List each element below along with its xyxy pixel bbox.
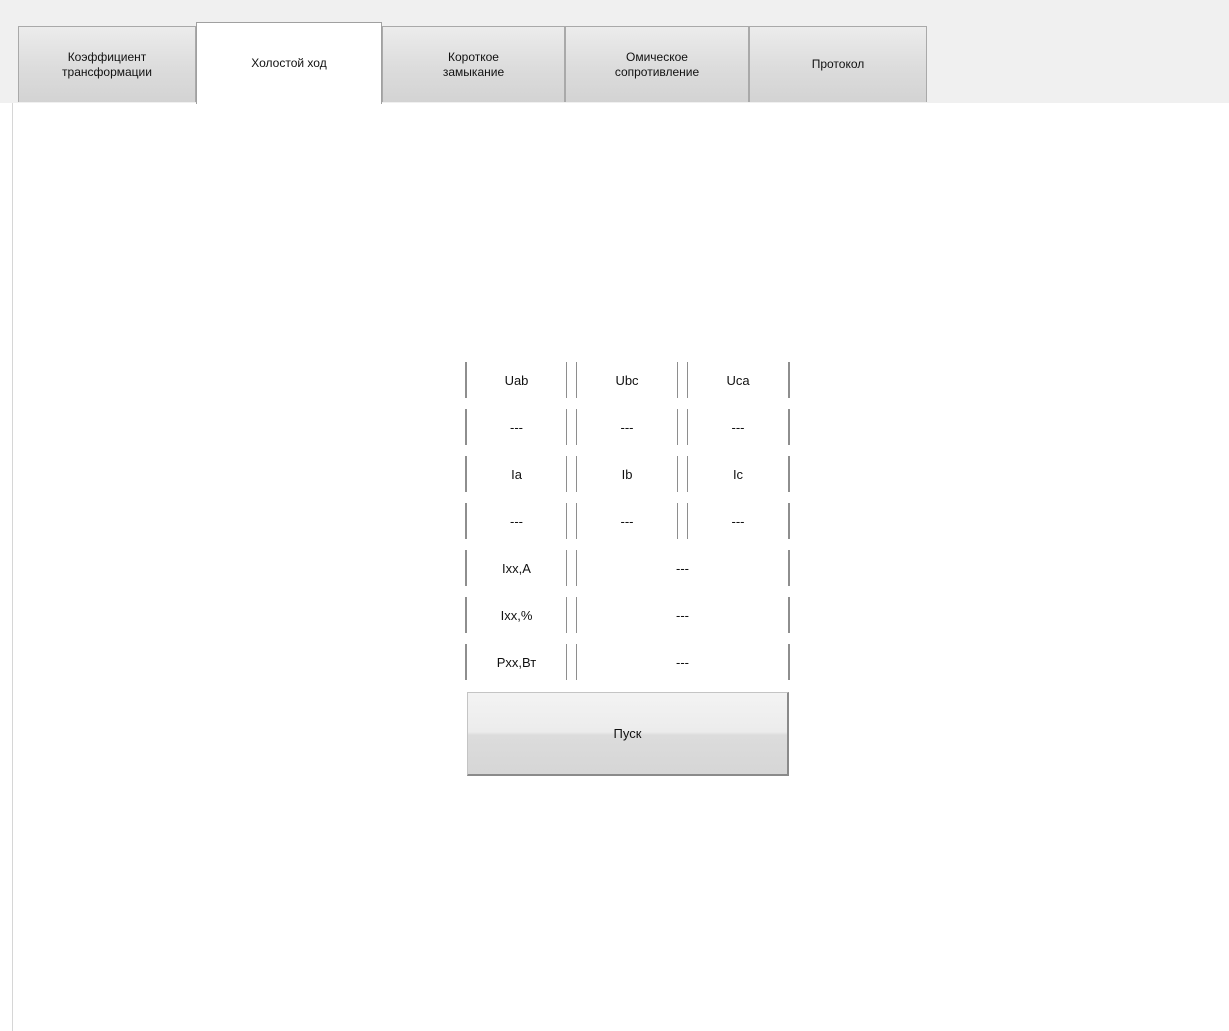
tab-ohmic-resistance[interactable]: Омическое сопротивление (565, 26, 749, 102)
tab-transformation-ratio[interactable]: Коэффициент трансформации (18, 26, 196, 102)
header-ia: Ia (465, 456, 567, 492)
tab-label: Омическое сопротивление (614, 49, 700, 79)
value-ubc: --- (576, 409, 678, 445)
value-ia: --- (465, 503, 567, 539)
tab-label: Коэффициент трансформации (62, 49, 152, 79)
value-uab: --- (465, 409, 567, 445)
tab-label: Короткое замыкание (442, 49, 505, 79)
start-button[interactable]: Пуск (467, 692, 789, 776)
header-uab: Uab (465, 362, 567, 398)
tab-label: Протокол (811, 57, 865, 71)
panel-border (12, 103, 13, 1031)
value-uca: --- (687, 409, 790, 445)
header-ubc: Ubc (576, 362, 678, 398)
label-pxx-w: Pxx,Вт (465, 644, 567, 680)
tab-no-load[interactable]: Холостой ход (196, 22, 382, 104)
value-ic: --- (687, 503, 790, 539)
value-ixx-a: --- (576, 550, 790, 586)
value-ib: --- (576, 503, 678, 539)
value-ixx-percent: --- (576, 597, 790, 633)
value-pxx-w: --- (576, 644, 790, 680)
label-ixx-a: Ixx,A (465, 550, 567, 586)
header-ic: Ic (687, 456, 790, 492)
tab-protocol[interactable]: Протокол (749, 26, 927, 102)
tab-label: Холостой ход (251, 56, 327, 70)
label-ixx-percent: Ixx,% (465, 597, 567, 633)
tab-short-circuit[interactable]: Короткое замыкание (382, 26, 565, 102)
header-ib: Ib (576, 456, 678, 492)
header-uca: Uca (687, 362, 790, 398)
